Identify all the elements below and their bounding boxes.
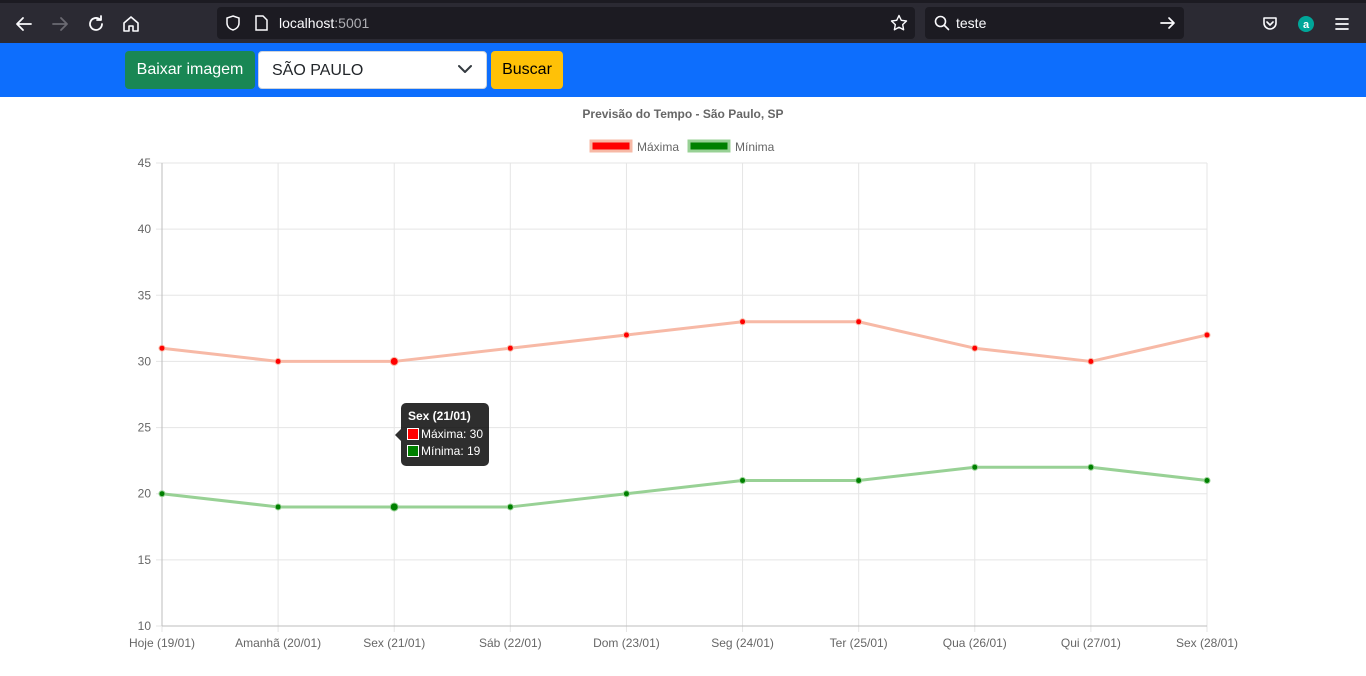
url-host: localhost [279,15,335,31]
legend-swatch-1 [687,139,731,153]
data-point-max [158,344,166,352]
y-tick-label: 20 [138,487,152,501]
legend-label-0: Máxima [637,140,679,154]
y-tick-label: 25 [138,421,152,435]
y-tick-label: 10 [138,619,152,633]
home-button[interactable] [116,9,146,39]
pocket-icon [1263,17,1277,30]
x-tick-label: Amanhã (20/01) [235,636,321,650]
data-point-min [1203,476,1211,484]
y-tick-label: 35 [138,288,152,302]
x-tick-label: Dom (23/01) [593,636,660,650]
search-icon [934,15,950,31]
home-icon [123,16,139,32]
weather-chart-area: Previsão do Tempo - São Paulo, SP Máxima M… [0,97,1366,676]
app-toolbar: Baixar imagem SÃO PAULO Buscar [0,43,1366,97]
data-point-max [389,356,399,366]
x-tick-label: Qui (27/01) [1061,636,1121,650]
svg-text:a: a [1303,19,1310,31]
x-tick-label: Sex (28/01) [1176,636,1238,650]
data-point-min [1087,463,1095,471]
tooltip-min-text: Mínima: 19 [421,444,481,458]
go-arrow-icon[interactable] [1160,15,1176,31]
y-tick-label: 40 [138,222,152,236]
data-point-min [274,503,282,511]
search-button[interactable]: Buscar [491,51,563,89]
data-point-min [855,476,863,484]
legend-label-1: Mínima [735,140,775,154]
extension-button[interactable]: a [1291,9,1321,39]
city-select-value: SÃO PAULO [272,62,364,79]
data-point-min [622,490,630,498]
forward-button[interactable] [45,9,75,39]
chart-tooltip: Sex (21/01) Máxima: 30 Mínima: 19 [395,403,489,466]
y-tick-label: 15 [138,553,152,567]
tooltip-row-max: Máxima: 30 [407,427,483,441]
tooltip-arrow [395,429,401,441]
data-point-max [1203,331,1211,339]
x-tick-label: Qua (26/01) [943,636,1007,650]
data-point-max [855,318,863,326]
download-image-button[interactable]: Baixar imagem [125,51,255,89]
page-icon [255,15,268,31]
tooltip-row-min: Mínima: 19 [407,444,480,458]
data-point-max [622,331,630,339]
hamburger-menu-icon [1335,18,1349,30]
url-bar[interactable]: localhost:5001 [217,7,915,39]
x-tick-label: Sex (21/01) [363,636,425,650]
x-tick-label: Sáb (22/01) [479,636,542,650]
data-point-min [971,463,979,471]
data-point-min [158,490,166,498]
back-button[interactable] [9,9,39,39]
x-tick-label: Ter (25/01) [830,636,888,650]
data-point-max [506,344,514,352]
y-tick-label: 45 [138,156,152,170]
data-point-min [389,502,399,512]
series-line-max [161,320,1208,363]
pocket-button[interactable] [1255,9,1285,39]
city-select[interactable]: SÃO PAULO [258,51,487,89]
menu-button[interactable] [1327,9,1357,39]
y-tick-label: 30 [138,354,152,368]
data-point-min [739,476,747,484]
search-bar[interactable]: teste [925,7,1184,39]
bookmark-star-icon[interactable] [890,14,908,32]
tooltip-max-swatch [407,428,419,440]
x-tick-label: Seg (24/01) [711,636,774,650]
chart-title: Previsão do Tempo - São Paulo, SP [582,107,783,121]
tooltip-max-text: Máxima: 30 [421,427,484,441]
tooltip-title: Sex (21/01) [408,409,471,423]
series-line-min [161,465,1208,509]
legend-swatch-0 [589,139,633,153]
reload-icon [89,15,103,31]
url-text: localhost:5001 [279,15,369,31]
data-point-max [274,357,282,365]
chevron-down-icon [458,65,472,73]
weather-line-chart[interactable]: Previsão do Tempo - São Paulo, SP Máxima M… [0,97,1366,676]
url-port: :5001 [334,15,370,31]
data-point-min [506,503,514,511]
shield-icon [226,15,240,31]
data-point-max [971,344,979,352]
x-tick-label: Hoje (19/01) [129,636,195,650]
tooltip-min-swatch [407,445,419,457]
reload-button[interactable] [81,9,111,39]
extension-a-icon: a [1298,16,1314,32]
search-query: teste [956,15,987,31]
back-arrow-icon [16,17,32,31]
browser-toolbar: localhost:5001 teste a [0,0,1366,43]
data-point-max [1087,357,1095,365]
forward-arrow-icon [52,17,68,31]
data-point-max [739,318,747,326]
